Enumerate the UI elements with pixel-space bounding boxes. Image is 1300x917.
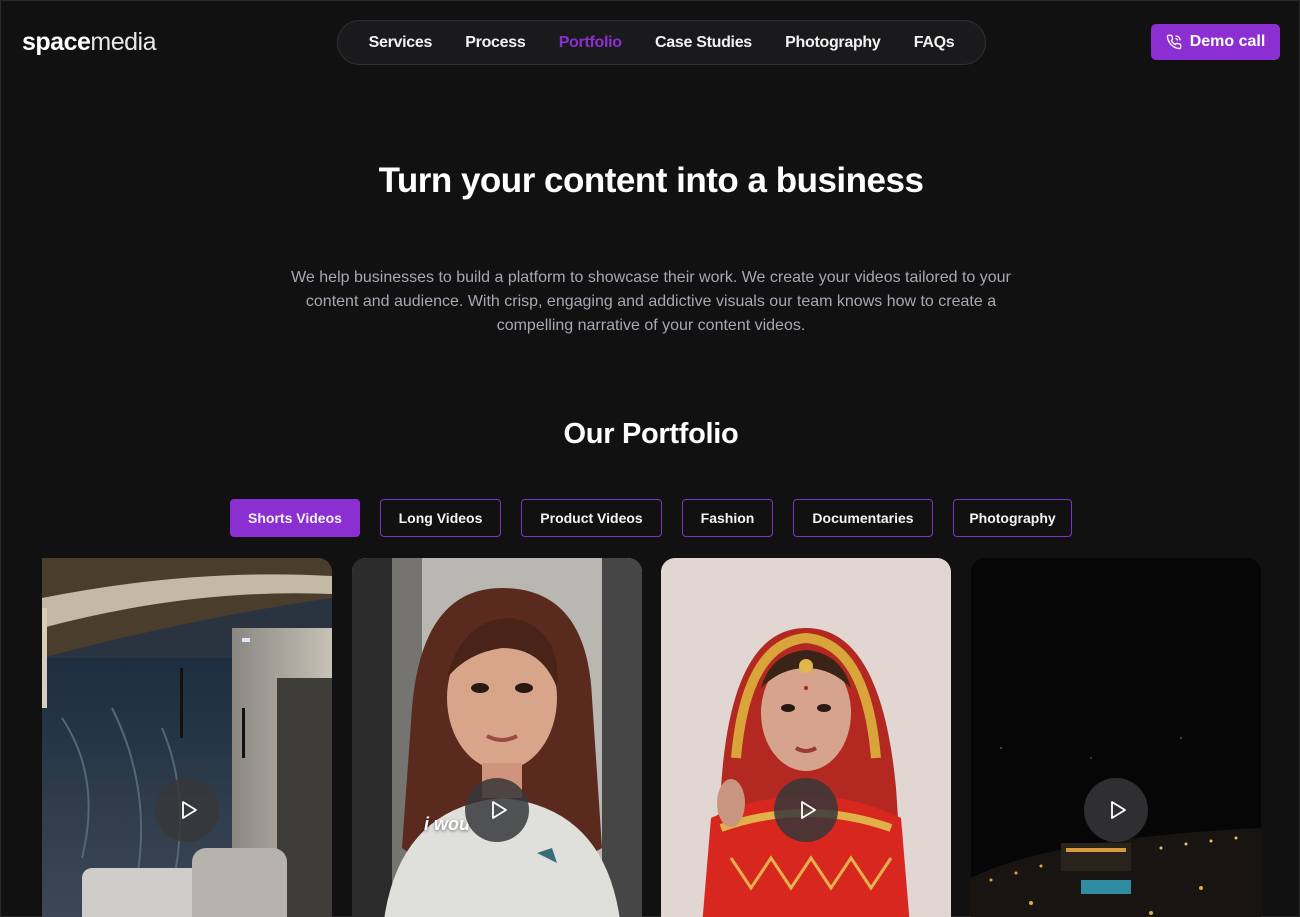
nav-item-services[interactable]: Services: [369, 34, 433, 52]
filter-documentaries[interactable]: Documentaries: [793, 499, 933, 537]
demo-call-button[interactable]: Demo call: [1151, 24, 1280, 60]
video-caption: i wou: [424, 814, 470, 834]
video-thumbnail-bride: [661, 558, 951, 917]
video-card-interior[interactable]: [42, 558, 332, 917]
nav-item-process[interactable]: Process: [465, 34, 525, 52]
nav-item-photography[interactable]: Photography: [785, 34, 881, 52]
video-thumbnail-woman: [352, 558, 642, 917]
nav-item-case-studies[interactable]: Case Studies: [655, 34, 752, 52]
logo-word-space: space: [22, 28, 91, 56]
play-icon: [1110, 801, 1126, 819]
portfolio-filters: Shorts Videos Long Videos Product Videos…: [1, 499, 1300, 537]
video-card-night-city[interactable]: [971, 558, 1261, 917]
nav-item-portfolio[interactable]: Portfolio: [559, 34, 622, 52]
portfolio-title: Our Portfolio: [563, 418, 739, 450]
play-button[interactable]: [1084, 778, 1148, 842]
phone-icon: [1166, 34, 1182, 50]
hero-description: We help businesses to build a platform t…: [291, 269, 1011, 334]
filter-shorts-videos[interactable]: Shorts Videos: [230, 499, 360, 537]
filter-photography[interactable]: Photography: [953, 499, 1072, 537]
hero-title: Turn your content into a business: [378, 161, 924, 200]
filter-long-videos[interactable]: Long Videos: [380, 499, 501, 537]
video-card-woman[interactable]: i wou: [352, 558, 642, 917]
play-button[interactable]: [465, 778, 529, 842]
video-thumbnail-night-city: [971, 558, 1261, 917]
site-header: spacemedia Services Process Portfolio Ca…: [1, 1, 1300, 83]
main-nav: Services Process Portfolio Case Studies …: [337, 20, 986, 65]
play-icon: [181, 801, 197, 819]
video-card-bride[interactable]: [661, 558, 951, 917]
play-icon: [491, 801, 507, 819]
logo-word-media: media: [90, 28, 156, 56]
filter-fashion[interactable]: Fashion: [682, 499, 773, 537]
logo[interactable]: spacemedia: [22, 27, 156, 57]
play-icon: [800, 801, 816, 819]
play-button[interactable]: [155, 778, 219, 842]
play-button[interactable]: [774, 778, 838, 842]
nav-item-faqs[interactable]: FAQs: [914, 34, 955, 52]
video-thumbnail-interior: [42, 558, 332, 917]
demo-call-label: Demo call: [1189, 33, 1266, 50]
filter-product-videos[interactable]: Product Videos: [521, 499, 662, 537]
